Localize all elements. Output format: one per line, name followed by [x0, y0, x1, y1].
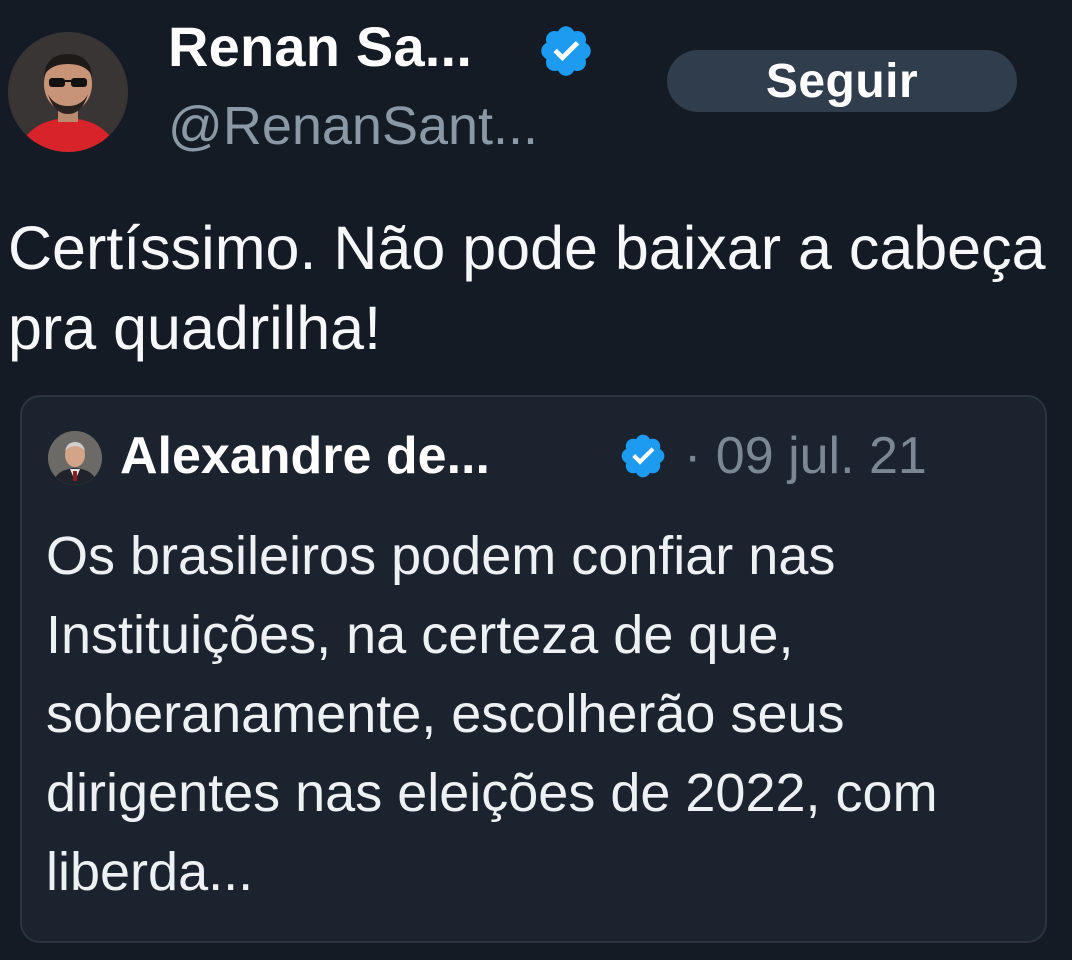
follow-button[interactable]: Seguir — [667, 50, 1017, 112]
tweet-text: Certíssimo. Não pode baixar a cabeça pra… — [8, 214, 1046, 362]
verified-badge-icon — [621, 434, 665, 478]
quoted-author-display-name[interactable]: Alexandre de... — [120, 425, 490, 487]
verified-badge-icon — [541, 26, 591, 76]
quoted-author-avatar[interactable] — [48, 431, 102, 485]
quoted-tweet-date-text: 09 jul. 21 — [715, 427, 927, 485]
quoted-tweet-date[interactable]: · 09 jul. 21 — [684, 425, 927, 487]
profile-photo-icon — [8, 32, 128, 152]
quoted-tweet-card[interactable]: Alexandre de... · 09 jul. 21 Os brasilei… — [20, 395, 1047, 943]
dot-separator: · — [684, 427, 702, 485]
quoted-tweet-text: Os brasileiros podem confiar nas Institu… — [46, 526, 938, 902]
author-avatar[interactable] — [8, 32, 128, 152]
profile-photo-icon — [48, 431, 102, 485]
author-display-name[interactable]: Renan Sa... — [168, 14, 472, 80]
author-handle[interactable]: @RenanSant... — [168, 94, 538, 158]
